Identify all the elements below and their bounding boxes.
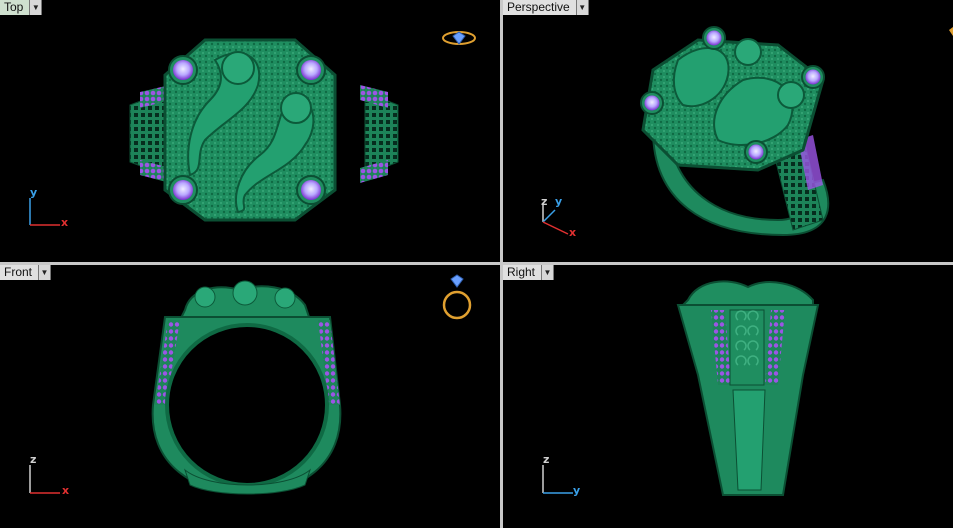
axis-x-label: x	[61, 216, 69, 229]
axis-z-label: z	[30, 453, 37, 466]
viewport-top[interactable]: Top ▼ y x	[0, 0, 500, 262]
chevron-down-icon[interactable]: ▼	[576, 0, 589, 15]
axis-x-label: x	[569, 226, 577, 239]
chevron-down-icon[interactable]: ▼	[542, 265, 555, 280]
axis-y-label: y	[555, 195, 563, 208]
perspective-view-model	[542, 26, 953, 237]
axis-z-label: z	[541, 195, 548, 208]
viewport-right[interactable]: Right ▼ z y	[503, 265, 953, 528]
viewport-title: Front	[0, 265, 40, 280]
front-view-model	[29, 274, 472, 495]
axis-y-label: y	[573, 484, 581, 497]
viewport-tab-perspective[interactable]: Perspective ▼	[503, 0, 589, 15]
viewport-title: Top	[0, 0, 31, 15]
chevron-down-icon[interactable]: ▼	[30, 0, 43, 15]
viewport-tab-front[interactable]: Front ▼	[0, 265, 52, 280]
top-view-model	[29, 31, 476, 226]
viewport-title: Right	[503, 265, 543, 280]
ring-front-gizmo-icon	[442, 274, 472, 320]
viewport-tab-top[interactable]: Top ▼	[0, 0, 43, 15]
right-view-model	[542, 280, 820, 496]
viewport-tab-right[interactable]: Right ▼	[503, 265, 555, 280]
axis-z-label: z	[543, 453, 550, 466]
axis-x-label: x	[62, 484, 70, 497]
axis-y-label: y	[30, 186, 38, 199]
viewport-title: Perspective	[503, 0, 577, 15]
viewport-front[interactable]: Front ▼ z x	[0, 265, 500, 528]
ring-top-gizmo-icon	[442, 31, 476, 45]
chevron-down-icon[interactable]: ▼	[39, 265, 52, 280]
viewport-perspective[interactable]: Perspective ▼ z y x	[503, 0, 953, 262]
